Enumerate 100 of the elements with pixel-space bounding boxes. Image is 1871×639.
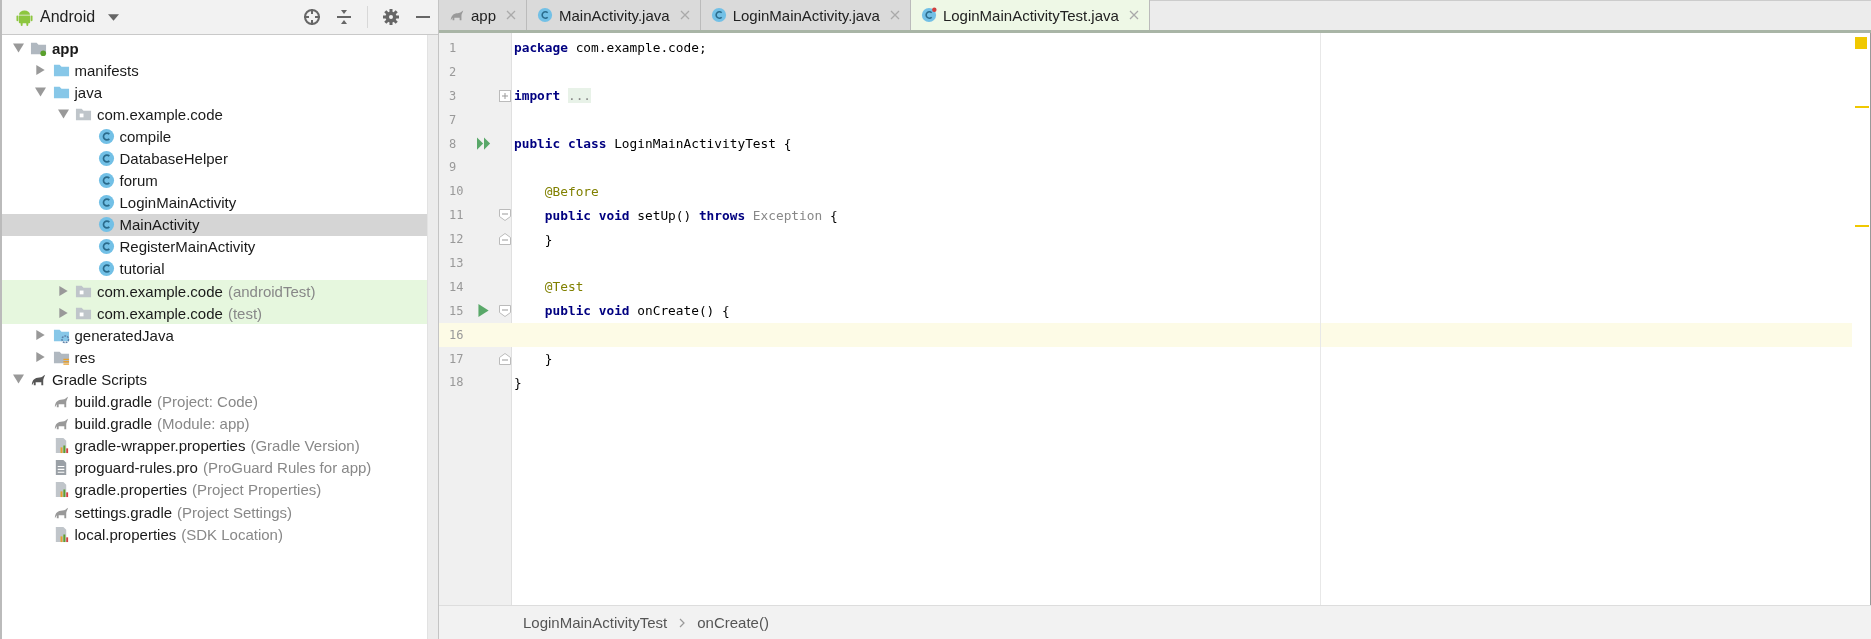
tree-item[interactable]: proguard-rules.pro (ProGuard Rules for app) <box>2 456 427 479</box>
editor-tab[interactable]: app <box>439 0 528 30</box>
code-line: @Test <box>543 279 584 295</box>
tree-item-hint: (androidTest) <box>227 282 316 300</box>
run-all-icon[interactable] <box>477 137 491 150</box>
scrollbar[interactable] <box>427 35 438 639</box>
warning-marker[interactable] <box>1855 106 1869 108</box>
tree-item-label: manifests <box>74 61 139 79</box>
close-icon[interactable] <box>889 10 900 20</box>
tree-item[interactable]: MainActivity <box>2 213 427 236</box>
collapsed-arrow-icon[interactable] <box>35 352 46 363</box>
tree-item[interactable]: com.example.code (androidTest) <box>2 280 427 303</box>
tree-item-label: build.gradle <box>74 393 153 411</box>
line-number: 12 <box>448 232 465 247</box>
test-class-icon <box>920 7 937 23</box>
tree-item[interactable]: tutorial <box>2 257 427 281</box>
class-icon <box>97 194 115 212</box>
tree-item-label: gradle.properties <box>74 481 188 499</box>
tree-item-label: com.example.code <box>97 304 223 322</box>
tree-item[interactable]: java <box>2 81 427 104</box>
tree-item[interactable]: DatabaseHelper <box>2 147 427 170</box>
expanded-arrow-icon[interactable] <box>12 43 24 54</box>
line-number: 3 <box>448 88 458 103</box>
close-icon[interactable] <box>1128 10 1139 20</box>
collapsed-arrow-icon[interactable] <box>57 308 69 319</box>
tree-item-hint: (Module: app) <box>157 415 250 433</box>
code-line: import ... <box>514 88 592 104</box>
tree-item-label: settings.gradle <box>74 503 173 521</box>
code-line: } <box>543 351 553 366</box>
tree-item[interactable]: build.gradle (Project: Code) <box>2 390 427 413</box>
line-number: 7 <box>448 112 458 127</box>
warning-marker[interactable] <box>1855 225 1869 227</box>
android-icon <box>16 8 33 26</box>
editor-tab[interactable]: LoginMainActivity.java <box>700 0 911 30</box>
tree-item[interactable]: compile <box>2 125 427 148</box>
tree-item[interactable]: manifests <box>2 59 427 82</box>
expanded-arrow-icon[interactable] <box>35 87 46 98</box>
tree-item[interactable]: com.example.code (test) <box>2 302 427 325</box>
tree-item[interactable]: res <box>2 346 427 369</box>
class-icon <box>97 150 115 167</box>
class-icon <box>97 260 115 278</box>
tree-item[interactable]: local.properties (SDK Location) <box>2 523 427 546</box>
close-icon[interactable] <box>506 10 517 20</box>
tree-item-label: proguard-rules.pro <box>74 459 198 477</box>
tree-item-label: tutorial <box>119 260 165 278</box>
tree-item-label: RegisterMainActivity <box>119 238 256 256</box>
line-number: 15 <box>448 303 465 318</box>
fold-start-icon[interactable] <box>499 304 511 317</box>
tree-item[interactable]: app <box>2 37 427 60</box>
expanded-arrow-icon[interactable] <box>12 374 24 385</box>
collapsed-arrow-icon[interactable] <box>35 65 46 76</box>
tree-item[interactable]: RegisterMainActivity <box>2 235 427 258</box>
tree-item[interactable]: gradle-wrapper.properties (Gradle Version) <box>2 434 427 457</box>
tree-item[interactable]: forum <box>2 169 427 192</box>
tree-item[interactable]: generatedJava <box>2 324 427 347</box>
editor-tab[interactable]: MainActivity.java <box>527 0 701 30</box>
collapsed-arrow-icon[interactable] <box>57 286 69 297</box>
tree-item-label: forum <box>119 172 158 190</box>
tree-item[interactable]: gradle.properties (Project Properties) <box>2 478 427 501</box>
tree-item[interactable]: LoginMainActivity <box>2 191 427 214</box>
code-line: } <box>543 231 553 247</box>
expanded-arrow-icon[interactable] <box>57 109 69 120</box>
fold-end-icon[interactable] <box>499 352 511 365</box>
tree-item-label: app <box>52 39 79 57</box>
collapse-all-icon[interactable] <box>335 8 353 26</box>
tree-item-label: build.gradle <box>74 415 153 433</box>
class-icon <box>97 216 115 234</box>
tree-item[interactable]: com.example.code <box>2 103 427 126</box>
view-selector[interactable]: Android <box>16 8 120 26</box>
tree-item[interactable]: settings.gradle (Project Settings) <box>2 500 427 524</box>
line-number: 1 <box>448 40 458 55</box>
breadcrumb[interactable]: onCreate() <box>697 614 769 631</box>
code-line: public void setUp() throws Exception { <box>543 207 838 223</box>
tree-item-label: res <box>74 348 96 366</box>
tree-item-hint: (test) <box>227 304 263 322</box>
fold-end-icon[interactable] <box>499 233 511 246</box>
tree-item[interactable]: build.gradle (Module: app) <box>2 412 427 435</box>
tree-item[interactable]: Gradle Scripts <box>2 368 427 391</box>
locate-icon[interactable] <box>303 8 321 26</box>
line-number: 9 <box>448 160 458 175</box>
tree-item-label: generatedJava <box>74 326 174 344</box>
breadcrumb[interactable]: LoginMainActivityTest <box>523 614 668 631</box>
run-icon[interactable] <box>477 304 491 318</box>
warning-marker[interactable] <box>1855 37 1867 49</box>
tree-item-hint: (Project Settings) <box>177 503 293 521</box>
tree-item-label: local.properties <box>74 525 177 543</box>
settings-icon[interactable] <box>382 8 400 26</box>
tree-item-label: com.example.code <box>97 282 223 300</box>
tree-item-label: MainActivity <box>119 216 200 234</box>
expand-fold-icon[interactable] <box>499 89 511 102</box>
editor-tab[interactable]: LoginMainActivityTest.java <box>910 0 1150 30</box>
fold-start-icon[interactable] <box>499 209 511 222</box>
code-line: @Before <box>543 183 599 199</box>
line-number: 2 <box>448 64 458 79</box>
tree-item-label: com.example.code <box>97 105 223 123</box>
close-icon[interactable] <box>679 10 690 20</box>
code-line: public void onCreate() { <box>543 303 730 319</box>
dropdown-caret-icon[interactable] <box>108 13 120 21</box>
collapsed-arrow-icon[interactable] <box>35 330 46 341</box>
tree-item-hint: (ProGuard Rules for app) <box>202 459 372 477</box>
